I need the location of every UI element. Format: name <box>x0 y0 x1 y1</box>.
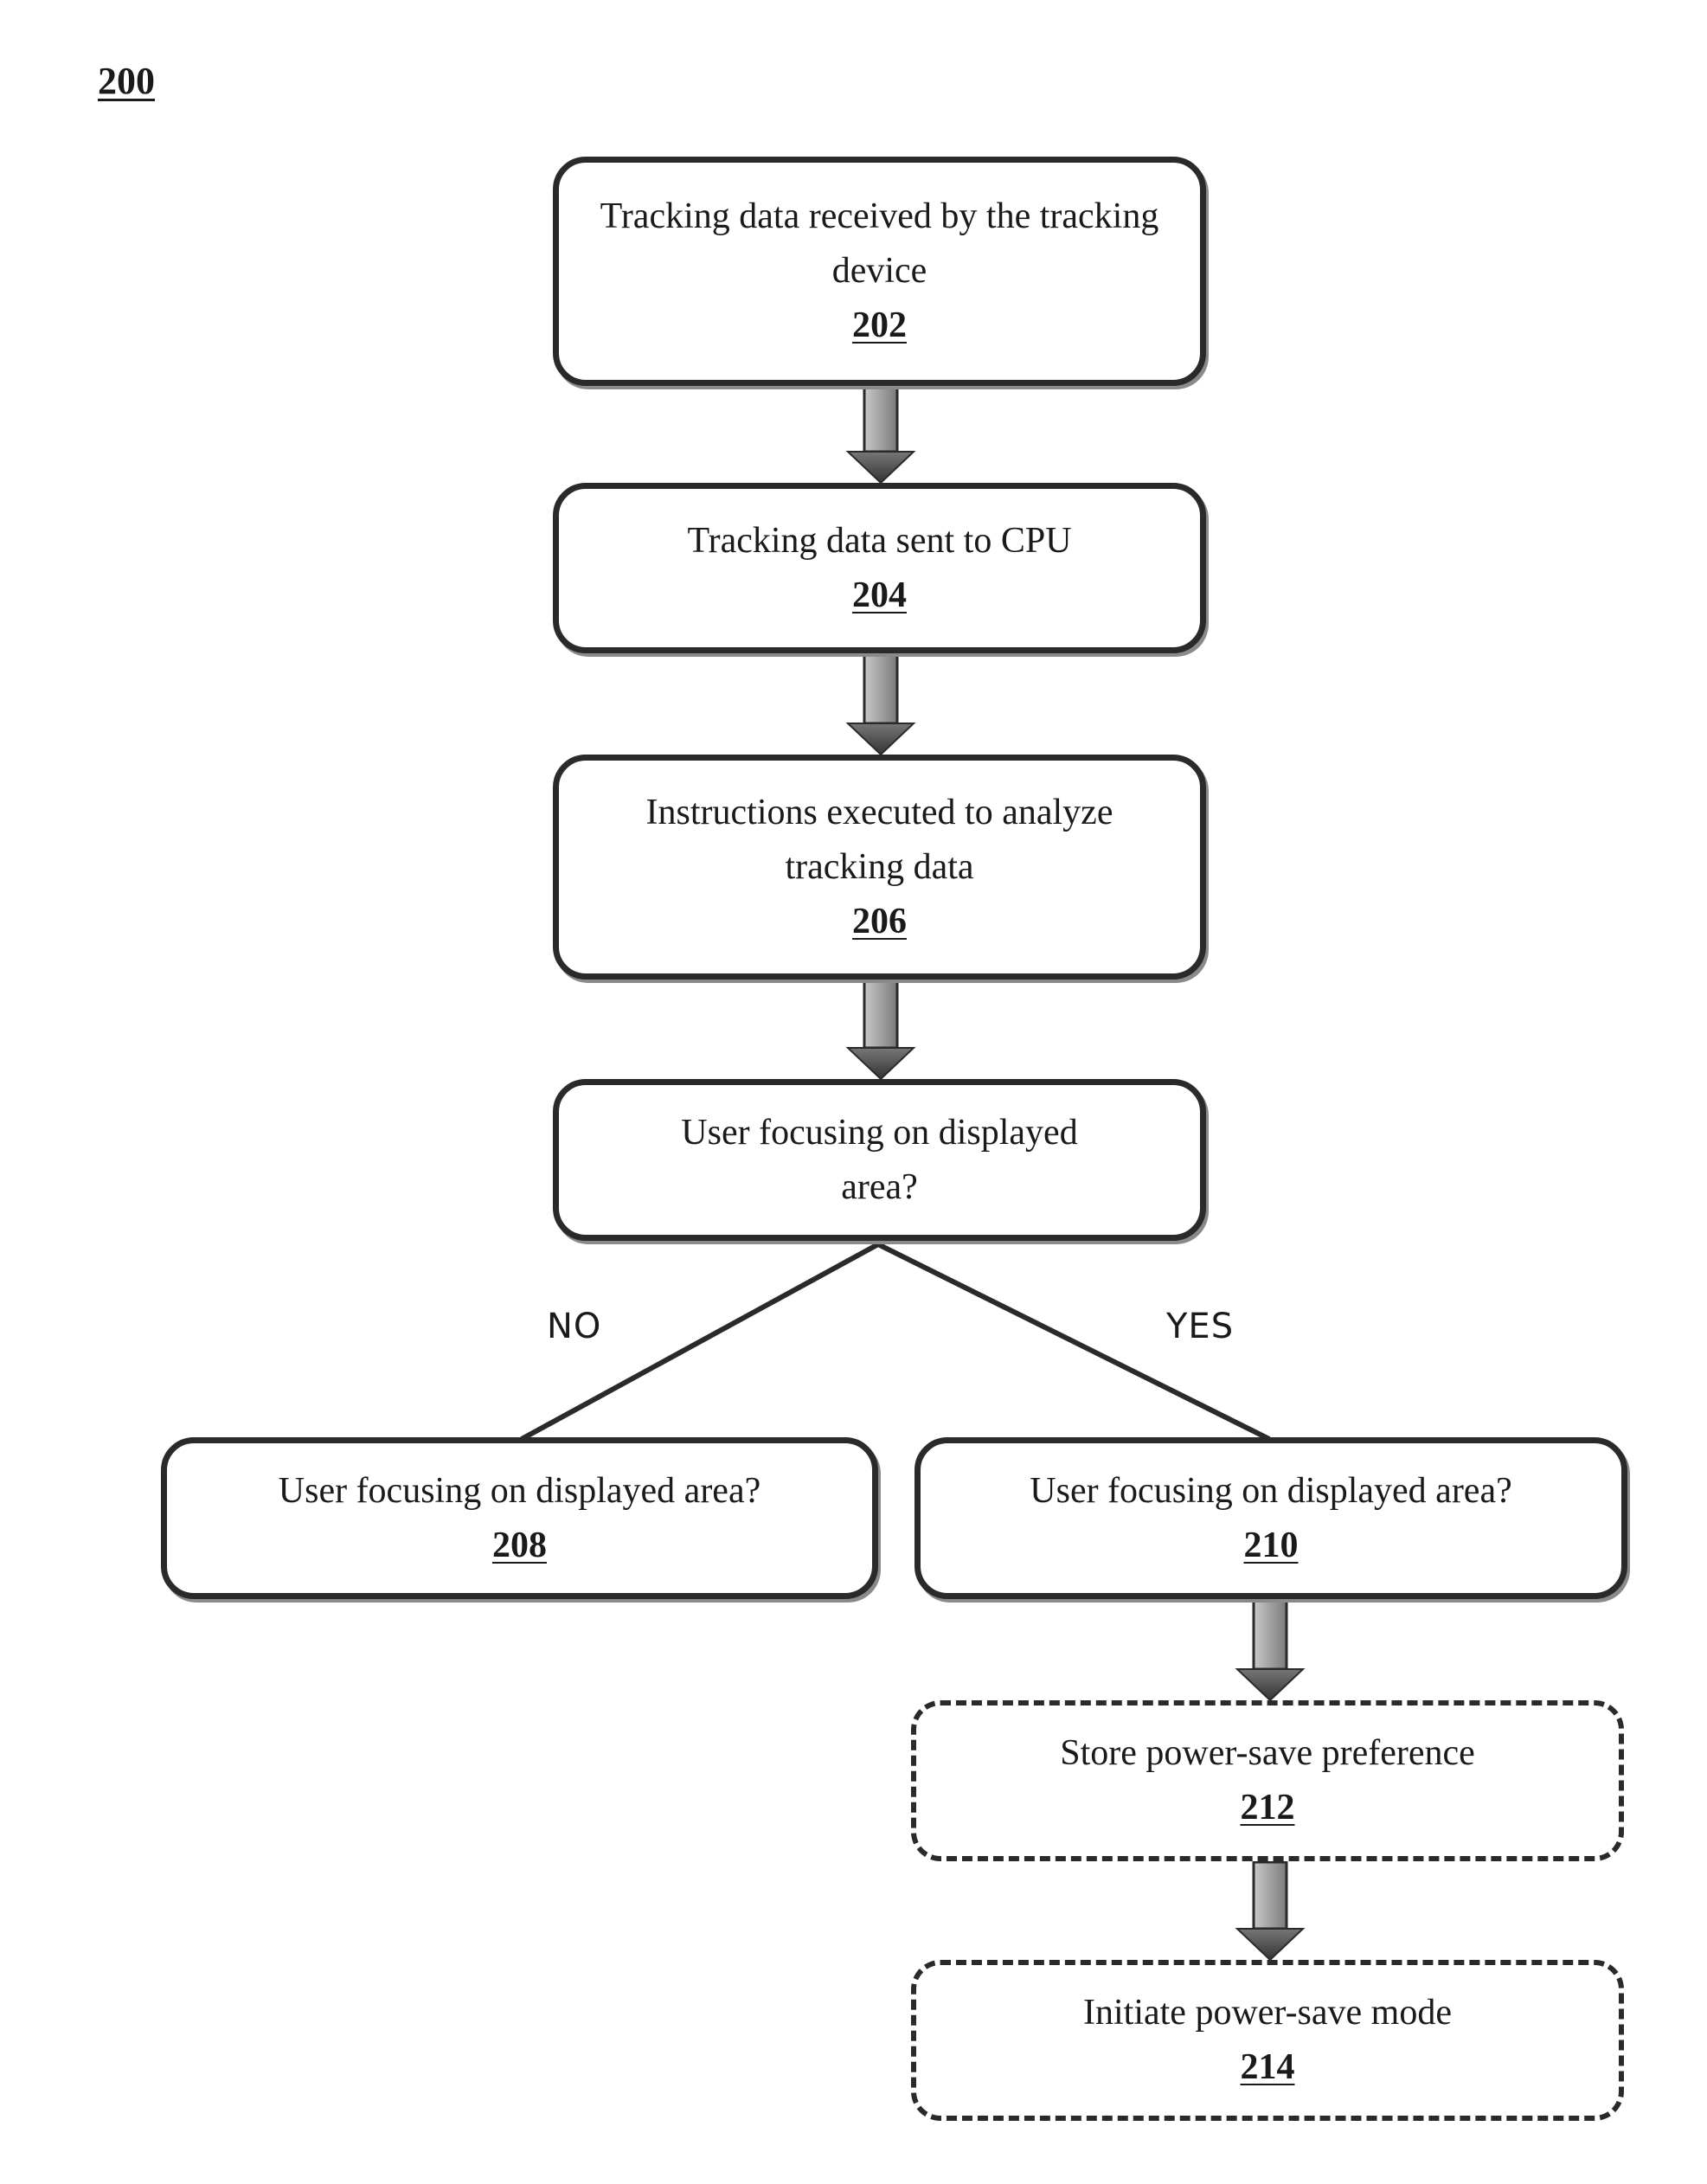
arrow-shaft <box>863 980 899 1050</box>
step-208-box[interactable]: User focusing on displayed area? 208 <box>161 1437 878 1599</box>
arrow-210-to-212 <box>1235 1599 1306 1702</box>
step-212-text: Store power-save preference <box>1060 1733 1475 1773</box>
step-208-number: 208 <box>492 1525 547 1565</box>
decision-text: User focusing on displayed area? <box>681 1112 1078 1207</box>
arrow-shaft <box>863 386 899 453</box>
arrow-shaft <box>1252 1599 1288 1671</box>
step-202-number: 202 <box>852 305 907 345</box>
arrow-206-to-decision <box>845 980 916 1081</box>
arrow-202-to-204 <box>845 386 916 485</box>
arrow-head <box>1235 1928 1306 1962</box>
step-214-number: 214 <box>1240 2047 1295 2087</box>
step-212-number: 212 <box>1240 1788 1295 1827</box>
step-202-text: Tracking data received by the tracking d… <box>600 196 1159 291</box>
yes-label: YES <box>1166 1307 1235 1346</box>
step-214-box[interactable]: Initiate power-save mode 214 <box>911 1960 1624 2121</box>
decision-box[interactable]: User focusing on displayed area? <box>553 1079 1206 1241</box>
step-204-number: 204 <box>852 575 907 615</box>
arrow-head <box>845 723 916 756</box>
step-206-number: 206 <box>852 901 907 941</box>
arrow-head <box>845 451 916 485</box>
arrow-head <box>1235 1668 1306 1702</box>
step-206-text: Instructions executed to analyze trackin… <box>645 792 1113 887</box>
step-212-box[interactable]: Store power-save preference 212 <box>911 1700 1624 1861</box>
arrow-head <box>845 1047 916 1081</box>
arrow-212-to-214 <box>1235 1860 1306 1962</box>
no-label: NO <box>547 1307 602 1346</box>
arrow-204-to-206 <box>845 653 916 756</box>
step-204-text: Tracking data sent to CPU <box>687 520 1072 561</box>
arrow-shaft <box>1252 1860 1288 1930</box>
step-202-box[interactable]: Tracking data received by the tracking d… <box>553 157 1206 386</box>
step-208-text: User focusing on displayed area? <box>278 1470 761 1511</box>
step-210-box[interactable]: User focusing on displayed area? 210 <box>914 1437 1627 1599</box>
step-210-text: User focusing on displayed area? <box>1030 1470 1512 1511</box>
step-214-text: Initiate power-save mode <box>1083 1993 1452 2033</box>
step-206-box[interactable]: Instructions executed to analyze trackin… <box>553 755 1206 980</box>
arrow-shaft <box>863 653 899 725</box>
step-204-box[interactable]: Tracking data sent to CPU 204 <box>553 483 1206 653</box>
step-210-number: 210 <box>1243 1525 1299 1565</box>
